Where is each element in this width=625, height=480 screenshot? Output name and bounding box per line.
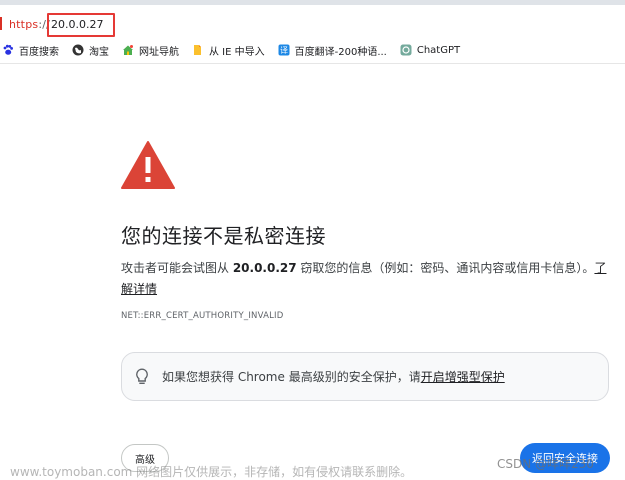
error-description: 攻击者可能会试图从 20.0.0.27 窃取您的信息（例如：密码、通讯内容或信用…	[121, 258, 616, 300]
bookmark-label: 百度搜索	[19, 46, 59, 58]
bookmark-ie-import[interactable]: 从 IE 中导入	[192, 43, 265, 58]
bookmark-label: 从 IE 中导入	[209, 46, 265, 58]
folder-icon	[192, 44, 204, 56]
enhanced-protection-banner: 如果您想获得 Chrome 最高级别的安全保护，请 开启增强型保护	[121, 352, 609, 401]
enhanced-protection-link[interactable]: 开启增强型保护	[421, 368, 505, 385]
enhanced-protection-text: 如果您想获得 Chrome 最高级别的安全保护，请	[162, 370, 421, 384]
translate-icon: 译	[278, 44, 290, 56]
url-scheme: https://	[9, 18, 50, 31]
svg-text:译: 译	[280, 46, 288, 55]
desc-prefix: 攻击者可能会试图从	[121, 261, 233, 275]
page-title: 您的连接不是私密连接	[121, 224, 326, 248]
bookmark-label: 百度翻译-200种语...	[294, 46, 387, 58]
address-bar[interactable]: https:// 20.0.0.27	[0, 5, 625, 37]
browser-window: https:// 20.0.0.27 百度搜索 淘宝 网址导航 从 IE 中导入…	[0, 0, 625, 480]
url-scheme-text: https	[9, 18, 39, 31]
not-secure-indicator	[0, 17, 2, 30]
bookmark-label: ChatGPT	[416, 44, 461, 56]
desc-ip: 20.0.0.27	[232, 261, 297, 275]
error-code: NET::ERR_CERT_AUTHORITY_INVALID	[121, 311, 284, 321]
lightbulb-icon	[135, 367, 149, 386]
bookmark-url-nav[interactable]: 网址导航	[122, 43, 179, 58]
chatgpt-icon	[400, 44, 412, 56]
watermark-left: www.toymoban.com 网络图片仅供展示，非存储，如有侵权请联系删除。	[10, 465, 413, 479]
bookmark-label: 网址导航	[139, 46, 179, 58]
globe-icon	[72, 44, 84, 56]
bookmark-chatgpt[interactable]: ChatGPT	[400, 44, 460, 56]
paw-icon	[2, 44, 14, 56]
bookmark-baidu-translate[interactable]: 译 百度翻译-200种语...	[278, 43, 387, 58]
bookmark-taobao[interactable]: 淘宝	[72, 43, 109, 58]
desc-suffix: 窃取您的信息（例如：密码、通讯内容或信用卡信息）。	[296, 261, 595, 275]
warning-triangle-icon	[121, 141, 175, 189]
bookmarks-bar: 百度搜索 淘宝 网址导航 从 IE 中导入 译 百度翻译-200种语... Ch…	[0, 37, 625, 64]
bookmark-label: 淘宝	[89, 46, 109, 58]
house-icon	[122, 44, 134, 56]
bookmark-baidu-search[interactable]: 百度搜索	[2, 43, 59, 58]
watermark-right: CSDN @咩咩230	[497, 457, 594, 471]
url-host[interactable]: 20.0.0.27	[47, 13, 115, 37]
